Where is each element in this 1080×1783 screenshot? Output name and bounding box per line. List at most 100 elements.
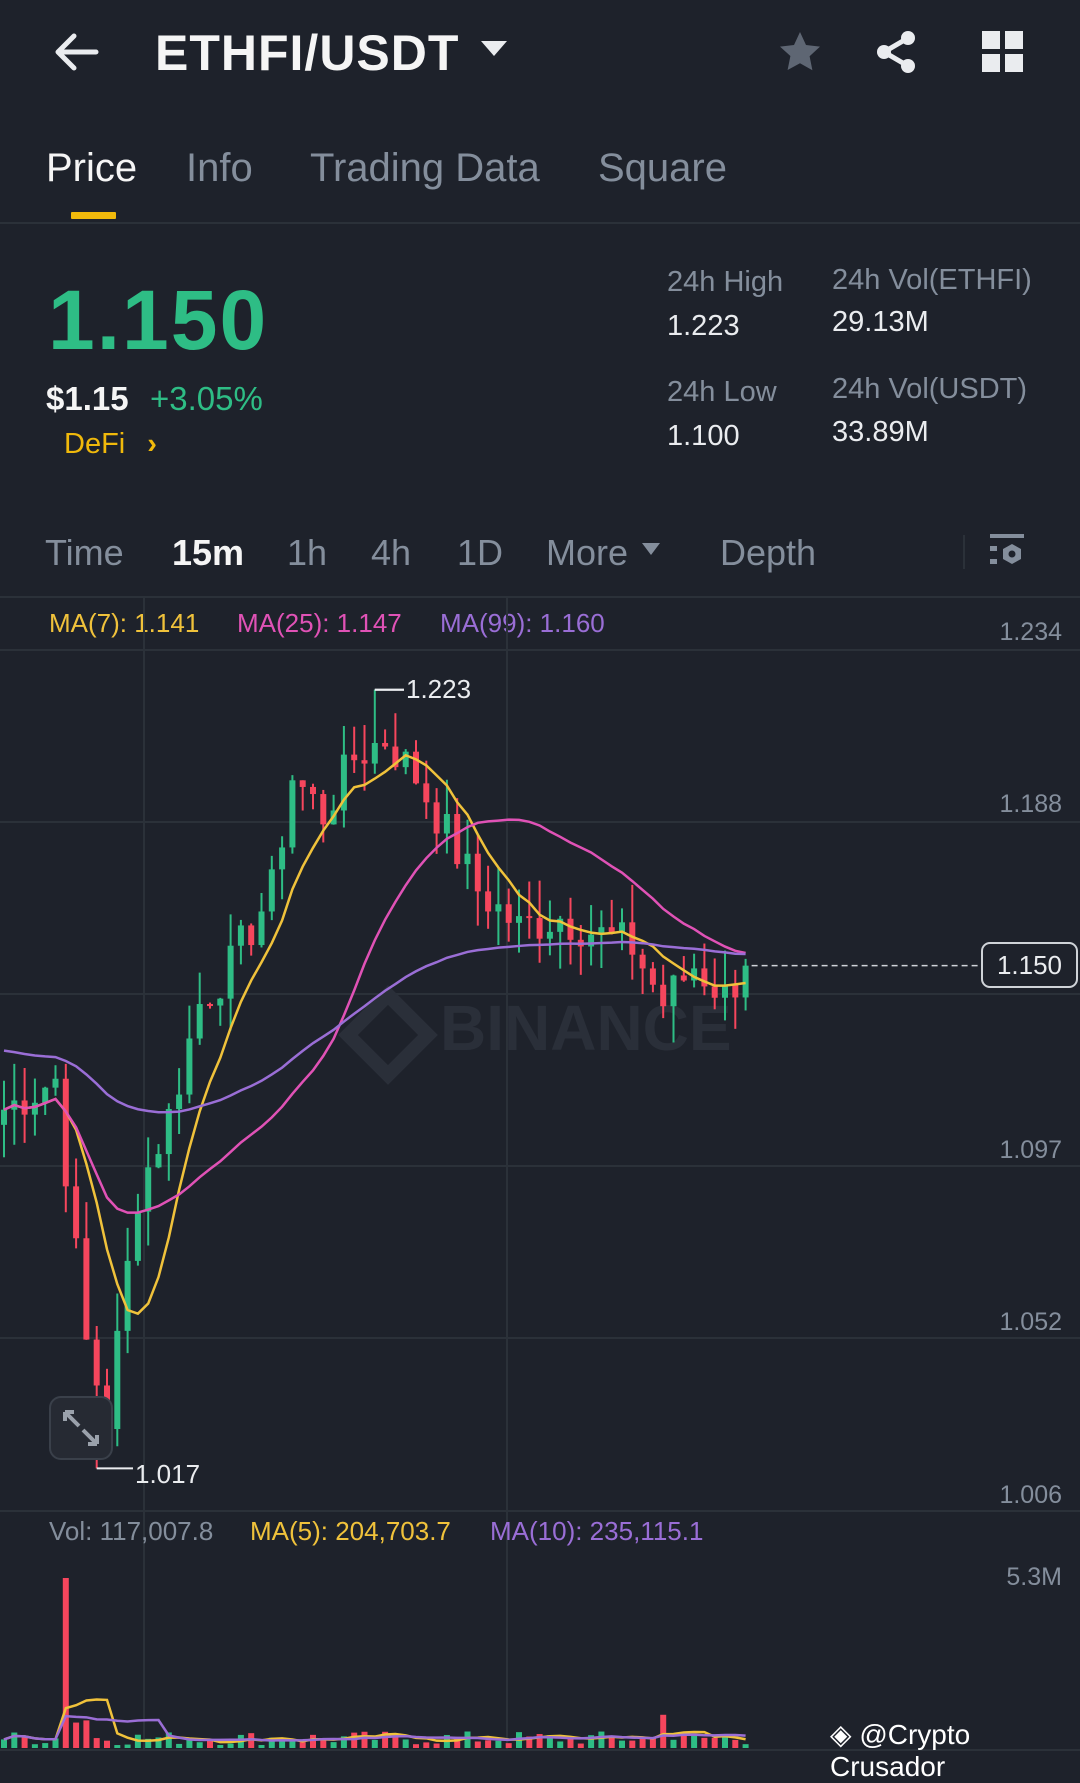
volume-bar	[279, 1741, 286, 1748]
candle-body	[237, 925, 244, 946]
low-marker-label: 1.017	[135, 1459, 201, 1489]
candle-body	[42, 1087, 49, 1103]
watermark-credit: ◈ @Crypto Crusador	[830, 1718, 1080, 1783]
volume-bar	[299, 1742, 306, 1748]
candle-body	[186, 1038, 193, 1095]
candle-body	[443, 814, 450, 834]
candle-body	[165, 1109, 172, 1155]
volume-label: Vol: 117,007.8	[49, 1516, 214, 1546]
volume-ma10-label: MA(10): 235,115.1	[490, 1516, 704, 1546]
candle-body	[371, 743, 378, 764]
current-price-tag[interactable]: 1.150	[981, 942, 1078, 988]
candle-body	[1, 1109, 7, 1125]
volume-bar	[485, 1740, 492, 1748]
volume-ma5-label: MA(5): 204,703.7	[250, 1516, 451, 1546]
candle-body	[31, 1102, 38, 1115]
volume-bar	[217, 1744, 224, 1748]
volume-bar	[258, 1745, 265, 1748]
candle-body	[732, 984, 739, 998]
volume-bar	[660, 1714, 667, 1748]
y-tick-label: 1.006	[999, 1481, 1062, 1509]
candle-body	[248, 925, 255, 946]
candle-body	[546, 931, 553, 939]
volume-bar	[330, 1742, 337, 1748]
volume-bar	[598, 1731, 605, 1748]
fullscreen-button[interactable]	[49, 1396, 113, 1460]
candle-body	[423, 783, 430, 803]
binance-watermark: BINANCE	[440, 992, 732, 1064]
volume-bar	[691, 1734, 698, 1748]
binance-watermark-logo	[338, 985, 438, 1085]
candle-body	[258, 911, 265, 946]
volume-bar	[289, 1740, 296, 1748]
candle-body	[62, 1078, 69, 1187]
candle-body	[464, 853, 471, 865]
candle-body	[485, 891, 492, 912]
candle-body	[227, 945, 234, 999]
candle-body	[320, 794, 327, 825]
volume-bar	[21, 1737, 28, 1748]
volume-bar	[31, 1744, 38, 1748]
volume-bar	[464, 1731, 471, 1748]
candle-body	[454, 814, 461, 865]
binance-logo-icon: ◈	[830, 1719, 852, 1750]
volume-bar	[93, 1738, 100, 1748]
candle-body	[289, 780, 296, 848]
volume-bar	[722, 1736, 728, 1748]
high-marker-label: 1.223	[406, 674, 472, 704]
volume-bar	[557, 1741, 564, 1748]
volume-bar	[124, 1744, 131, 1748]
y-tick-label: 1.097	[999, 1136, 1062, 1164]
volume-bar	[371, 1739, 378, 1748]
y-tick-label: 1.052	[999, 1308, 1062, 1336]
volume-bar	[577, 1743, 584, 1748]
candle-body	[361, 760, 368, 764]
y-tick-label: 1.234	[999, 618, 1062, 646]
candle-body	[433, 802, 440, 834]
volume-y-tick: 5.3M	[1006, 1563, 1062, 1591]
volume-bar	[619, 1740, 625, 1748]
expand-icon	[63, 1410, 99, 1446]
candle-body	[52, 1078, 59, 1088]
volume-bar	[732, 1739, 739, 1748]
candlestick-chart[interactable]: BINANCE	[0, 0, 1080, 1761]
candle-body	[660, 984, 667, 1007]
candle-body	[176, 1094, 183, 1110]
candle-body	[93, 1339, 100, 1386]
candle-body	[382, 743, 389, 747]
volume-bar	[310, 1734, 316, 1748]
candle-body	[207, 1004, 213, 1007]
candle-body	[310, 786, 316, 795]
y-tick-label: 1.188	[999, 790, 1062, 818]
volume-bar	[73, 1722, 80, 1748]
volume-bar	[670, 1739, 677, 1748]
candle-body	[155, 1154, 162, 1168]
volume-bar	[505, 1743, 512, 1748]
candle-body	[73, 1186, 80, 1239]
candle-body	[505, 904, 512, 923]
candle-body	[145, 1167, 152, 1212]
candle-body	[279, 847, 286, 870]
volume-bar	[413, 1744, 419, 1748]
candle-body	[124, 1260, 131, 1331]
volume-bar	[1, 1739, 7, 1748]
candle-body	[536, 918, 543, 939]
candle-body	[711, 986, 718, 998]
volume-bar	[42, 1743, 49, 1748]
volume-bar	[104, 1740, 110, 1748]
candle-body	[639, 954, 646, 969]
volume-bar	[227, 1743, 234, 1748]
volume-bar	[701, 1737, 708, 1748]
candle-body	[649, 968, 656, 985]
volume-bar	[711, 1737, 718, 1748]
volume-bar	[83, 1720, 90, 1748]
candle-body	[474, 853, 481, 892]
volume-bar	[176, 1743, 183, 1748]
watermark-text: @Crypto Crusador	[830, 1719, 971, 1782]
candle-body	[495, 904, 502, 912]
volume-bar	[361, 1731, 368, 1748]
volume-bar	[742, 1744, 749, 1748]
candle-body	[196, 1004, 203, 1039]
candle-body	[567, 918, 574, 940]
candle-body	[680, 975, 687, 981]
